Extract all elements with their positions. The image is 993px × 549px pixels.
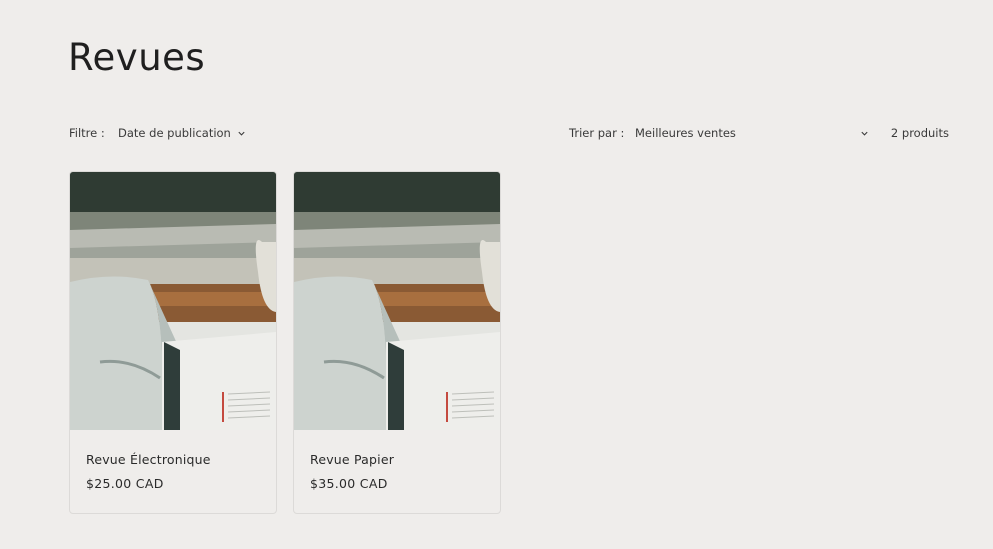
product-image	[294, 172, 500, 430]
filter-option-label: Date de publication	[118, 126, 231, 140]
sort-value: Meilleures ventes	[635, 126, 736, 140]
facets-bar: Filtre : Date de publication Trier par :…	[69, 126, 949, 142]
product-count: 2 produits	[890, 126, 949, 140]
chevron-down-icon	[238, 131, 245, 136]
collection-page: Revues Filtre : Date de publication Trie…	[0, 0, 993, 549]
product-title[interactable]: Revue Papier	[310, 452, 394, 467]
filter-date-dropdown[interactable]: Date de publication	[118, 126, 246, 140]
product-card[interactable]: Revue Électronique $25.00 CAD	[69, 171, 277, 514]
product-image	[70, 172, 276, 430]
sort-select[interactable]: Meilleures ventes	[635, 126, 869, 140]
sort-label: Trier par :	[569, 126, 625, 140]
filter-label: Filtre :	[69, 126, 105, 140]
chevron-down-icon	[861, 131, 868, 136]
product-price: $25.00 CAD	[86, 476, 164, 491]
product-price: $35.00 CAD	[310, 476, 388, 491]
product-title[interactable]: Revue Électronique	[86, 452, 211, 467]
page-title: Revues	[68, 36, 206, 79]
product-card[interactable]: Revue Papier $35.00 CAD	[293, 171, 501, 514]
